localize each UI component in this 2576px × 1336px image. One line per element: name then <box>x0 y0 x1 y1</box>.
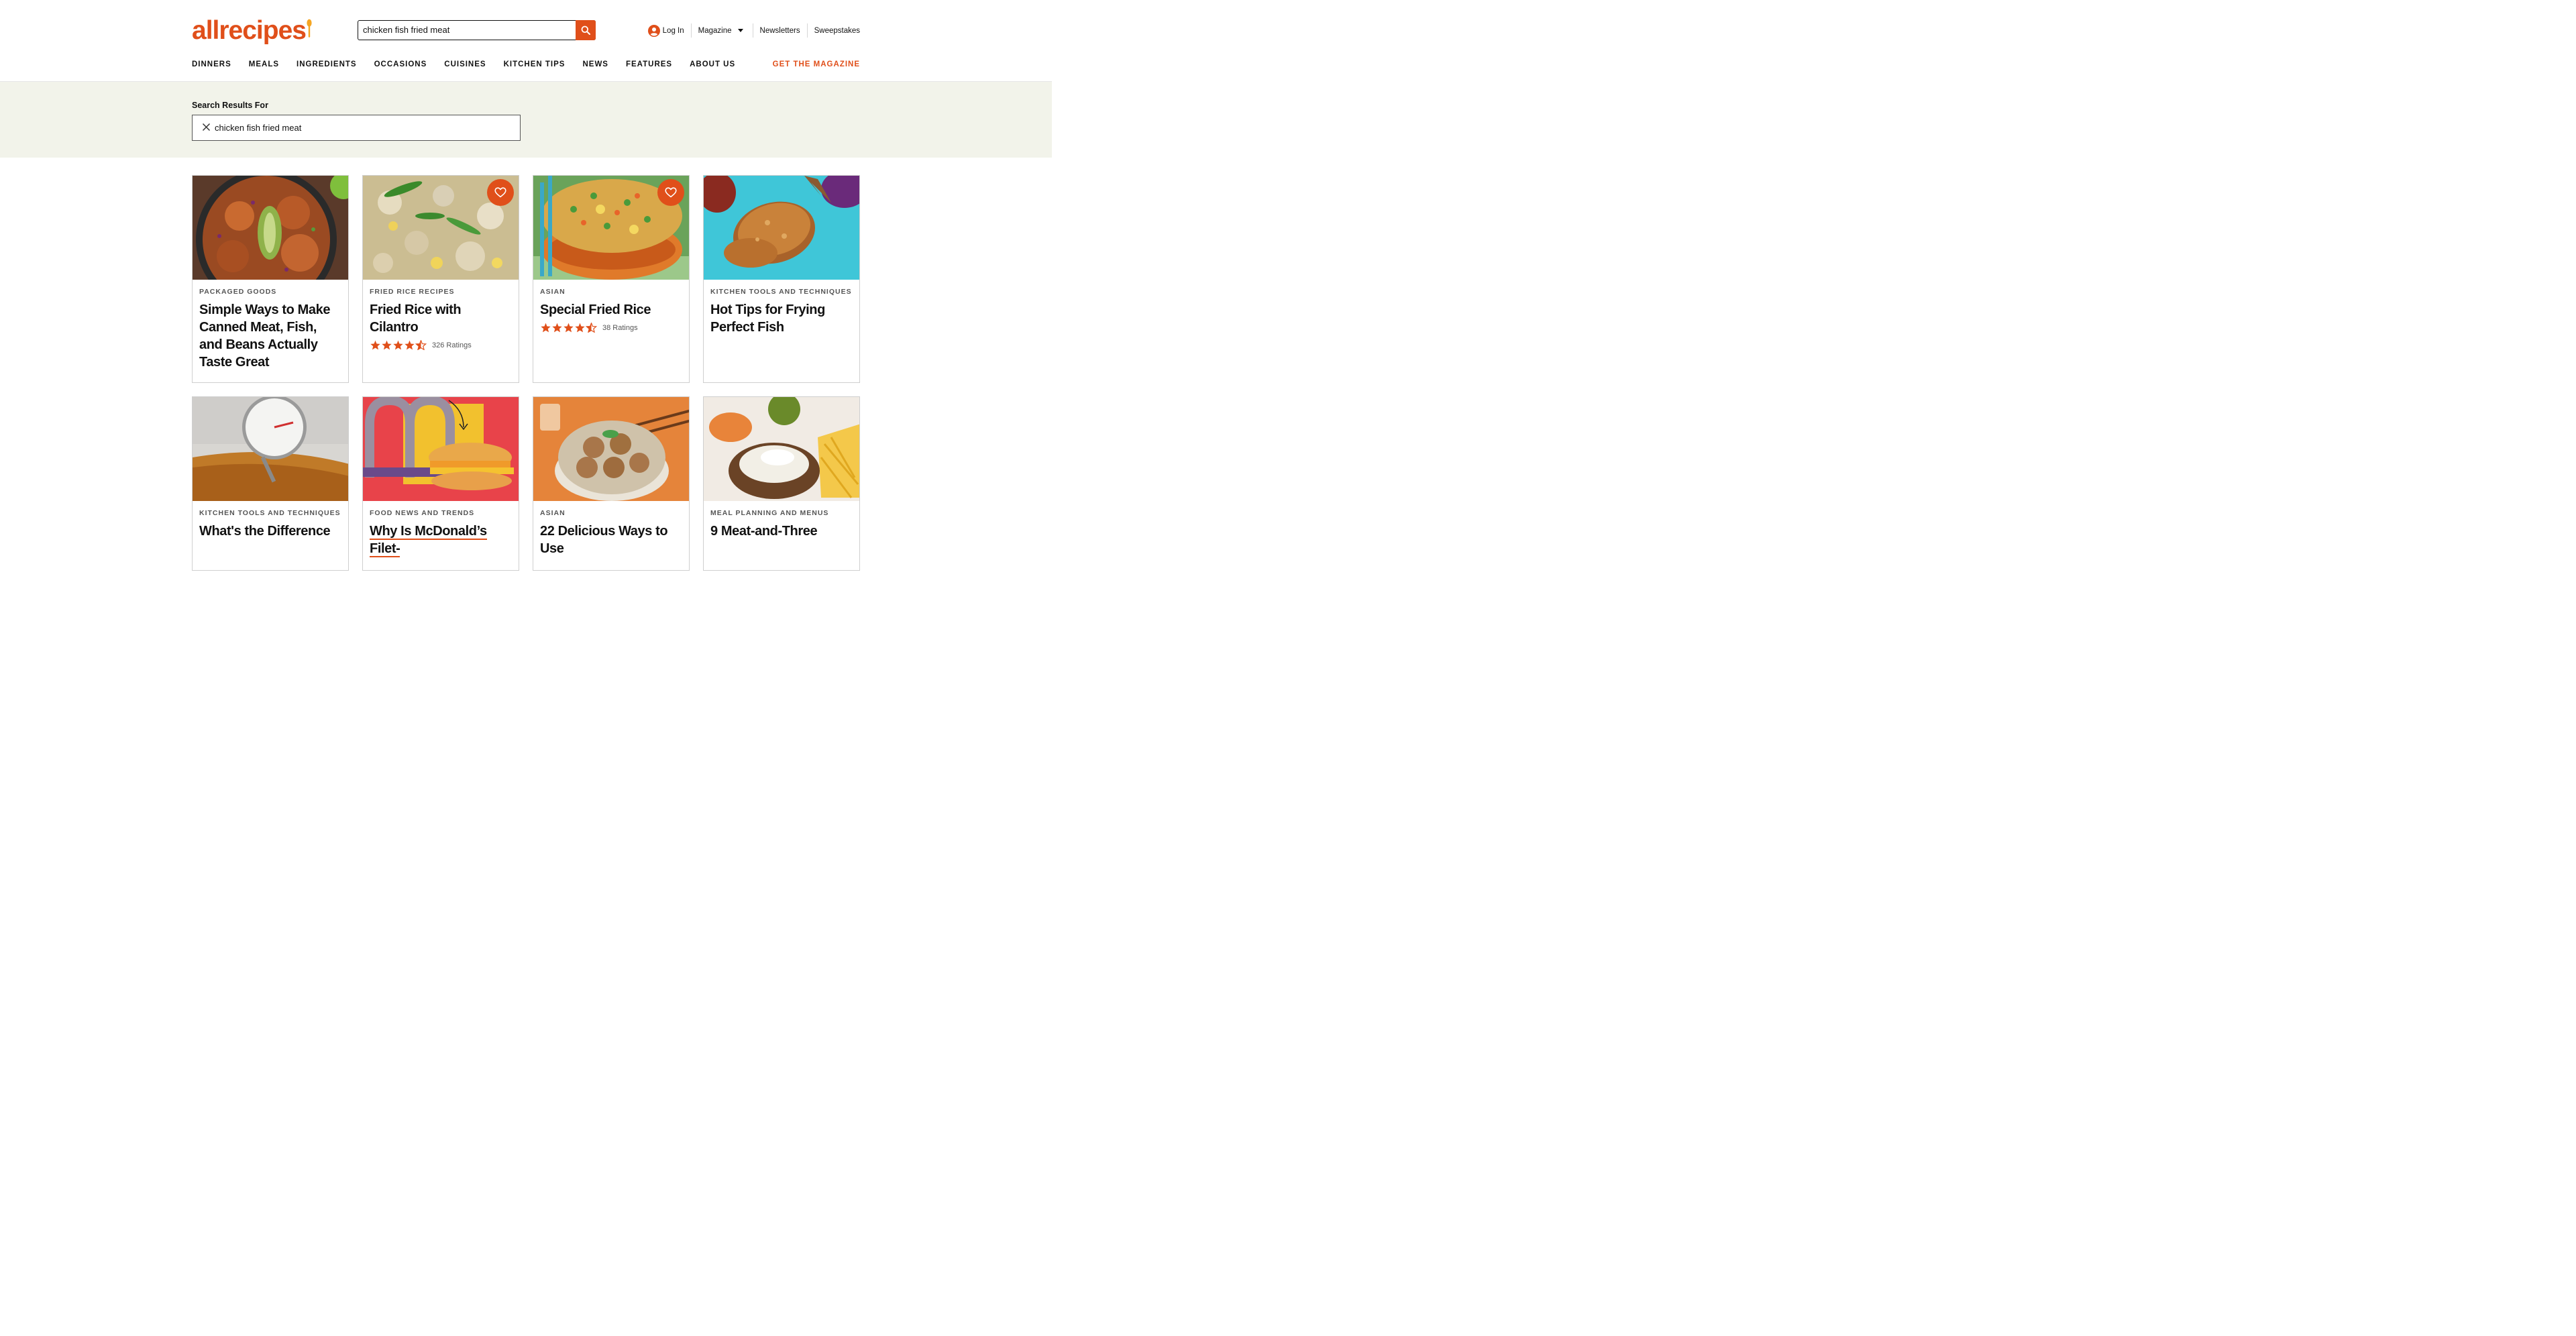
result-card[interactable]: ASIAN Special Fried Rice 38 Ratings <box>533 175 690 383</box>
results-inner: Search Results For chicken fish fried me… <box>192 82 860 158</box>
results-search-value: chicken fish fried meat <box>215 123 302 133</box>
star-half-icon <box>415 340 427 350</box>
star-half-icon <box>586 323 597 333</box>
card-tag: ASIAN <box>540 288 566 296</box>
star-icon <box>382 340 392 350</box>
card-title[interactable]: 22 Delicious Ways to Use <box>540 522 682 557</box>
fried-fish-image <box>704 176 859 280</box>
star-icon <box>564 323 574 333</box>
nav-item-about-us[interactable]: ABOUT US <box>690 60 735 68</box>
nav-item-news[interactable]: NEWS <box>582 60 608 68</box>
meatballs-rice-image <box>533 397 689 501</box>
card-image <box>193 397 348 501</box>
card-image <box>704 176 859 280</box>
card-tag: PACKAGED GOODS <box>199 288 277 296</box>
card-title[interactable]: Simple Ways to Make Canned Meat, Fish, a… <box>199 301 341 371</box>
filet-o-fish-image <box>363 397 519 501</box>
card-rating: 38 Ratings <box>540 323 682 333</box>
card-image <box>533 176 689 280</box>
card-rating: 326 Ratings <box>370 340 512 350</box>
card-image <box>363 397 519 501</box>
caret-down-icon <box>737 29 743 32</box>
nav-item-occasions[interactable]: OCCASIONS <box>374 60 427 68</box>
save-recipe-button[interactable] <box>657 179 684 206</box>
card-title[interactable]: Why Is McDonald’s Filet- <box>370 522 512 557</box>
spoon-icon <box>307 19 312 38</box>
results-grid-wrapper: PACKAGED GOODS Simple Ways to Make Canne… <box>192 158 860 571</box>
user-icon <box>647 24 660 37</box>
meat-thermometer-image <box>193 397 348 501</box>
card-image <box>704 397 859 501</box>
heart-icon <box>494 187 506 198</box>
card-image <box>193 176 348 280</box>
result-card[interactable]: FOOD NEWS AND TRENDS Why Is McDonald’s F… <box>362 396 519 571</box>
login-label: Log In <box>662 26 684 35</box>
allrecipes-logo[interactable]: allrecipes <box>192 16 312 46</box>
card-title[interactable]: Fried Rice with Cilantro <box>370 301 512 336</box>
login-link[interactable]: Log In <box>647 23 691 38</box>
card-title-text[interactable]: Why Is McDonald’s Filet- <box>370 524 487 557</box>
search-button[interactable] <box>576 20 596 40</box>
star-icon <box>393 340 403 350</box>
header-inner: allrecipes chicken fish fried meat Log I… <box>192 0 860 81</box>
nav-item-ingredients[interactable]: INGREDIENTS <box>297 60 357 68</box>
card-tag: FRIED RICE RECIPES <box>370 288 455 296</box>
nav-item-meals[interactable]: MEALS <box>249 60 279 68</box>
search-icon <box>581 25 590 35</box>
star-rating <box>370 340 427 350</box>
result-card[interactable]: FRIED RICE RECIPES Fried Rice with Cilan… <box>362 175 519 383</box>
result-card[interactable]: KITCHEN TOOLS AND TECHNIQUES Hot Tips fo… <box>703 175 860 383</box>
result-card[interactable]: MEAL PLANNING AND MENUS 9 Meat-and-Three <box>703 396 860 571</box>
card-title[interactable]: 9 Meat-and-Three <box>710 522 853 540</box>
heart-icon <box>665 187 677 198</box>
card-tag: ASIAN <box>540 509 566 517</box>
meat-and-three-image <box>704 397 859 501</box>
star-icon <box>575 323 585 333</box>
magazine-label: Magazine <box>698 26 732 35</box>
card-image <box>363 176 519 280</box>
star-icon <box>552 323 562 333</box>
result-card[interactable]: KITCHEN TOOLS AND TECHNIQUES What's the … <box>192 396 349 571</box>
newsletters-label: Newsletters <box>759 26 800 35</box>
newsletters-link[interactable]: Newsletters <box>752 23 807 38</box>
star-icon <box>405 340 415 350</box>
sweepstakes-label: Sweepstakes <box>814 26 860 35</box>
card-tag: KITCHEN TOOLS AND TECHNIQUES <box>710 288 852 296</box>
get-the-magazine-link[interactable]: GET THE MAGAZINE <box>773 60 860 68</box>
nav-item-features[interactable]: FEATURES <box>626 60 672 68</box>
main-nav: DINNERS MEALS INGREDIENTS OCCASIONS CUIS… <box>192 60 753 68</box>
result-card[interactable]: PACKAGED GOODS Simple Ways to Make Canne… <box>192 175 349 383</box>
sweepstakes-link[interactable]: Sweepstakes <box>806 23 860 38</box>
ratings-count: 326 Ratings <box>432 341 472 349</box>
star-icon <box>370 340 380 350</box>
card-title[interactable]: Hot Tips for Frying Perfect Fish <box>710 301 853 336</box>
card-tag: KITCHEN TOOLS AND TECHNIQUES <box>199 509 341 517</box>
nav-item-cuisines[interactable]: CUISINES <box>444 60 486 68</box>
nav-item-kitchen-tips[interactable]: KITCHEN TIPS <box>504 60 566 68</box>
card-image <box>533 397 689 501</box>
magazine-dropdown[interactable]: Magazine <box>690 23 750 38</box>
star-rating <box>540 323 597 333</box>
card-title[interactable]: Special Fried Rice <box>540 301 682 319</box>
nav-item-dinners[interactable]: DINNERS <box>192 60 231 68</box>
card-tag: MEAL PLANNING AND MENUS <box>710 509 829 517</box>
site-header: allrecipes chicken fish fried meat Log I… <box>0 0 1052 82</box>
logo-text: allrecipes <box>192 16 307 45</box>
ratings-count: 38 Ratings <box>602 323 638 332</box>
star-icon <box>541 323 551 333</box>
card-title[interactable]: What's the Difference <box>199 522 341 540</box>
header-search-input[interactable]: chicken fish fried meat <box>358 20 596 40</box>
close-icon[interactable] <box>202 123 211 131</box>
header-search-value: chicken fish fried meat <box>363 25 450 35</box>
result-card[interactable]: ASIAN 22 Delicious Ways to Use <box>533 396 690 571</box>
search-results-band: Search Results For chicken fish fried me… <box>0 82 1052 158</box>
chilaquiles-image <box>193 176 348 280</box>
search-results-label: Search Results For <box>192 101 268 110</box>
save-recipe-button[interactable] <box>487 179 514 206</box>
card-tag: FOOD NEWS AND TRENDS <box>370 509 475 517</box>
utility-nav: Log In Magazine Newsletters Sweepstakes <box>647 23 860 38</box>
results-search-input[interactable]: chicken fish fried meat <box>192 115 521 141</box>
